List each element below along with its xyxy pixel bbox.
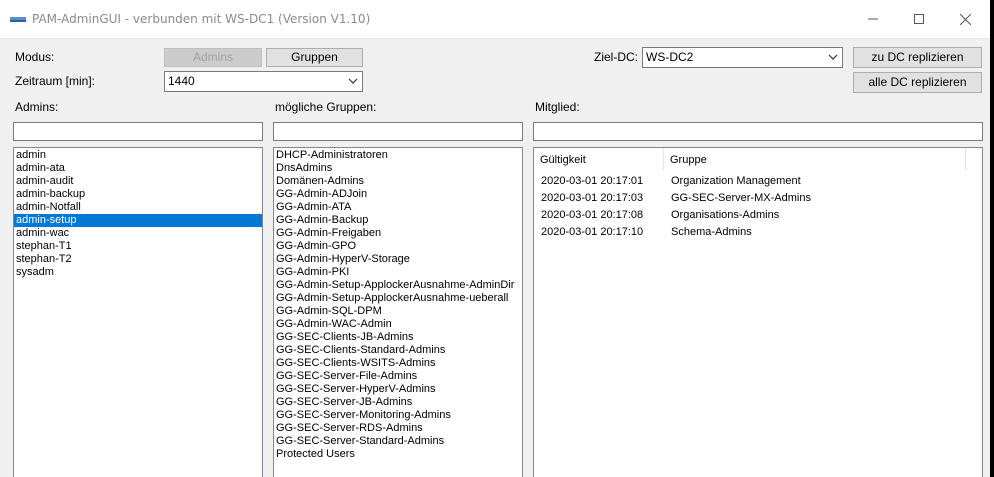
zeitraum-value: 1440: [168, 74, 195, 88]
app-icon: [10, 17, 26, 22]
chevron-down-icon: [828, 54, 838, 60]
title-bar[interactable]: PAM-AdminGUI - verbunden mit WS-DC1 (Ver…: [0, 0, 990, 39]
group-list-item[interactable]: GG-Admin-Setup-ApplockerAusnahme-AdminDi…: [274, 279, 522, 292]
group-list-item[interactable]: Domänen-Admins: [274, 175, 522, 188]
mitglied-filter-input[interactable]: [533, 122, 983, 141]
membership-group: Organization Management: [671, 175, 801, 187]
membership-validity: 2020-03-01 20:17:01: [541, 175, 644, 187]
membership-group: Organisations-Admins: [671, 209, 780, 221]
group-list-item[interactable]: GG-SEC-Server-Standard-Admins: [274, 435, 522, 448]
mitglied-label: Mitglied:: [535, 100, 580, 114]
admin-list-item[interactable]: stephan-T2: [14, 253, 262, 266]
close-icon: [959, 13, 971, 25]
gruppen-label: mögliche Gruppen:: [275, 100, 377, 114]
admin-list-item[interactable]: stephan-T1: [14, 240, 262, 253]
membership-listview[interactable]: Gültigkeit Gruppe 2020-03-01 20:17:01 Org…: [533, 147, 983, 477]
listview-header: Gültigkeit Gruppe: [534, 148, 982, 170]
admin-list-item[interactable]: admin-setup: [14, 214, 262, 227]
window-title: PAM-AdminGUI - verbunden mit WS-DC1 (Ver…: [32, 12, 371, 26]
membership-validity: 2020-03-01 20:17:10: [541, 226, 644, 238]
zu-dc-replizieren-button[interactable]: zu DC replizieren: [853, 47, 982, 68]
app-window: PAM-AdminGUI - verbunden mit WS-DC1 (Ver…: [0, 0, 990, 477]
group-list-item[interactable]: GG-Admin-WAC-Admin: [274, 318, 522, 331]
membership-group: GG-SEC-Server-MX-Admins: [671, 192, 811, 204]
membership-row[interactable]: 2020-03-01 20:17:03 GG-SEC-Server-MX-Admi…: [534, 190, 982, 207]
group-list-item[interactable]: GG-Admin-ADJoin: [274, 188, 522, 201]
zeitraum-label: Zeitraum [min]:: [15, 74, 96, 88]
group-list-item[interactable]: GG-SEC-Clients-Standard-Admins: [274, 344, 522, 357]
admin-list-item[interactable]: admin-wac: [14, 227, 262, 240]
group-list-item[interactable]: GG-SEC-Clients-WSITS-Admins: [274, 357, 522, 370]
minimize-icon: [868, 18, 878, 20]
group-list-item[interactable]: GG-Admin-ATA: [274, 201, 522, 214]
maximize-icon: [914, 14, 924, 24]
ziel-dc-select[interactable]: WS-DC2: [642, 47, 843, 68]
gruppen-mode-button[interactable]: Gruppen: [266, 48, 363, 67]
admins-filter-input[interactable]: [13, 122, 263, 141]
group-list-item[interactable]: GG-Admin-Freigaben: [274, 227, 522, 240]
membership-group: Schema-Admins: [671, 226, 752, 238]
group-list-item[interactable]: GG-SEC-Server-Monitoring-Admins: [274, 409, 522, 422]
group-list-item[interactable]: GG-Admin-PKI: [274, 266, 522, 279]
gruppen-list[interactable]: DHCP-Administratoren DnsAdmins Domänen-Adm…: [273, 147, 523, 477]
admins-list[interactable]: admin admin-ata admin-audit admin-backup adm…: [13, 147, 263, 477]
admins-label: Admins:: [15, 100, 59, 114]
chevron-down-icon: [348, 78, 358, 84]
group-list-item[interactable]: GG-SEC-Server-RDS-Admins: [274, 422, 522, 435]
membership-validity: 2020-03-01 20:17:08: [541, 209, 644, 221]
gruppen-filter-input[interactable]: [273, 122, 523, 141]
group-list-item[interactable]: GG-Admin-GPO: [274, 240, 522, 253]
admin-list-item[interactable]: admin-backup: [14, 188, 262, 201]
admin-list-item[interactable]: admin-ata: [14, 162, 262, 175]
group-list-item[interactable]: DnsAdmins: [274, 162, 522, 175]
minimize-button[interactable]: [850, 0, 896, 38]
modus-label: Modus:: [15, 50, 55, 64]
group-list-item[interactable]: GG-Admin-SQL-DPM: [274, 305, 522, 318]
membership-row[interactable]: 2020-03-01 20:17:01 Organization Manageme…: [534, 173, 982, 190]
admin-list-item[interactable]: sysadm: [14, 266, 262, 279]
membership-validity: 2020-03-01 20:17:03: [541, 192, 644, 204]
column-header-gueltigkeit[interactable]: Gültigkeit: [534, 148, 664, 170]
group-list-item[interactable]: GG-SEC-Server-File-Admins: [274, 370, 522, 383]
group-list-item[interactable]: GG-Admin-Backup: [274, 214, 522, 227]
membership-row[interactable]: 2020-03-01 20:17:10 Schema-Admins: [534, 224, 982, 241]
group-list-item[interactable]: DHCP-Administratoren: [274, 149, 522, 162]
group-list-item[interactable]: GG-SEC-Server-HyperV-Admins: [274, 383, 522, 396]
close-button[interactable]: [942, 0, 988, 38]
zeitraum-select[interactable]: 1440: [164, 71, 363, 92]
alle-dc-replizieren-button[interactable]: alle DC replizieren: [853, 72, 982, 93]
ziel-dc-value: WS-DC2: [646, 50, 694, 64]
group-list-item[interactable]: Protected Users: [274, 448, 522, 461]
group-list-item[interactable]: GG-Admin-Setup-ApplockerAusnahme-ueberal…: [274, 292, 522, 305]
admins-mode-button[interactable]: Admins: [164, 48, 262, 67]
admin-list-item[interactable]: admin: [14, 149, 262, 162]
maximize-button[interactable]: [896, 0, 942, 38]
ziel-dc-label: Ziel-DC:: [594, 50, 638, 64]
admin-list-item[interactable]: admin-Notfall: [14, 201, 262, 214]
group-list-item[interactable]: GG-SEC-Clients-JB-Admins: [274, 331, 522, 344]
column-header-gruppe[interactable]: Gruppe: [664, 148, 966, 170]
admin-list-item[interactable]: admin-audit: [14, 175, 262, 188]
membership-row[interactable]: 2020-03-01 20:17:08 Organisations-Admins: [534, 207, 982, 224]
group-list-item[interactable]: GG-SEC-Server-JB-Admins: [274, 396, 522, 409]
group-list-item[interactable]: GG-Admin-HyperV-Storage: [274, 253, 522, 266]
